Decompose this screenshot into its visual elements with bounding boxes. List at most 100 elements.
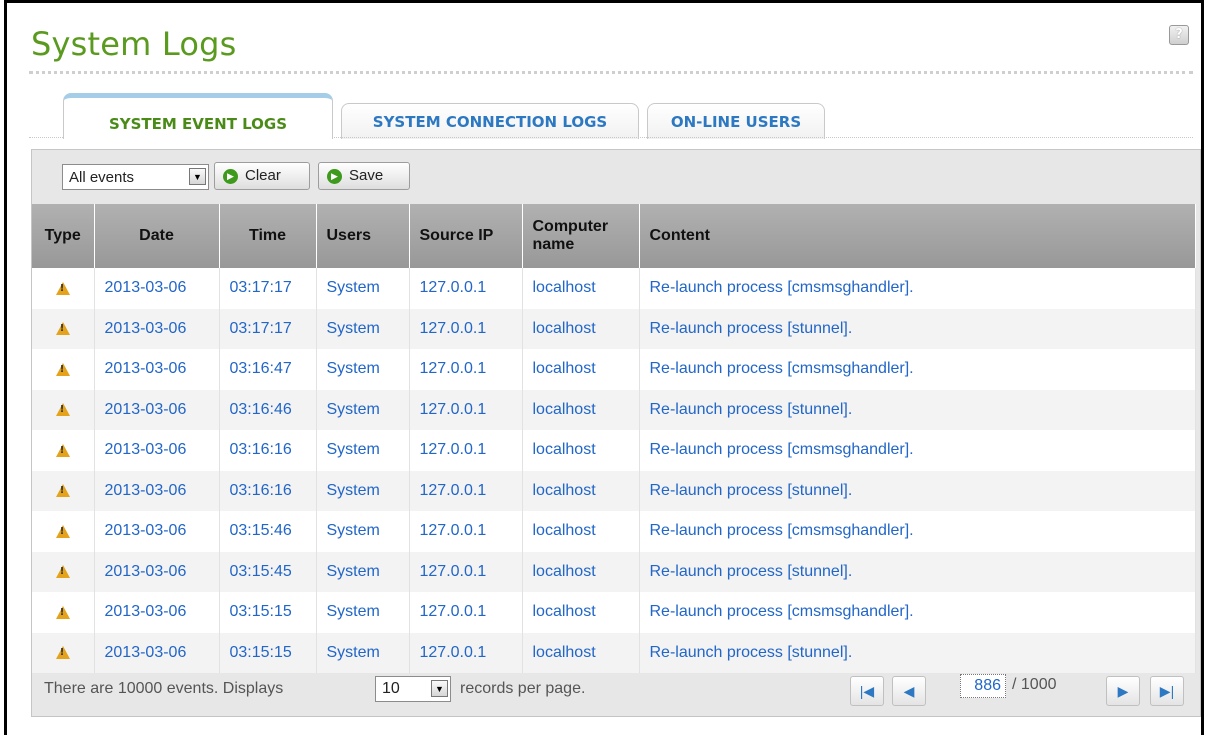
cell-user[interactable]: System: [316, 592, 410, 633]
column-header-time[interactable]: Time: [219, 204, 317, 268]
column-header-content[interactable]: Content: [639, 204, 1196, 268]
cell-user[interactable]: System: [316, 268, 410, 309]
cell-computer-name[interactable]: localhost: [522, 470, 640, 511]
warning-icon: [55, 443, 70, 457]
cell-source-ip[interactable]: 127.0.0.1: [409, 592, 523, 633]
records-per-page-select[interactable]: 10 ▼: [375, 676, 451, 702]
cell-source-ip[interactable]: 127.0.0.1: [409, 389, 523, 430]
logs-panel: All events ▼ ▶ Clear ▶ Save Type Date Ti…: [31, 149, 1201, 717]
cell-user[interactable]: System: [316, 349, 410, 390]
cell-computer-name[interactable]: localhost: [522, 349, 640, 390]
last-page-icon[interactable]: ▶|: [1150, 676, 1184, 706]
table-row[interactable]: 2013-03-0603:15:15System127.0.0.1localho…: [32, 592, 1196, 633]
column-header-users[interactable]: Users: [316, 204, 410, 268]
column-header-date[interactable]: Date: [94, 204, 220, 268]
page-number-input[interactable]: 886: [960, 674, 1006, 698]
cell-content[interactable]: Re-launch process [stunnel].: [639, 551, 1196, 592]
column-header-type[interactable]: Type: [32, 204, 95, 268]
table-row[interactable]: 2013-03-0603:17:17System127.0.0.1localho…: [32, 268, 1196, 309]
clear-button[interactable]: ▶ Clear: [214, 162, 310, 190]
cell-time[interactable]: 03:16:47: [219, 349, 317, 390]
cell-content[interactable]: Re-launch process [cmsmsghandler].: [639, 511, 1196, 552]
previous-page-icon[interactable]: ◀: [892, 676, 926, 706]
cell-computer-name[interactable]: localhost: [522, 308, 640, 349]
column-header-source-ip[interactable]: Source IP: [409, 204, 523, 268]
cell-time[interactable]: 03:17:17: [219, 268, 317, 309]
cell-user[interactable]: System: [316, 470, 410, 511]
records-per-page-value: 10: [382, 680, 400, 697]
cell-computer-name[interactable]: localhost: [522, 592, 640, 633]
cell-date[interactable]: 2013-03-06: [94, 430, 220, 471]
event-filter-select[interactable]: All events ▼: [62, 164, 209, 190]
cell-date[interactable]: 2013-03-06: [94, 470, 220, 511]
cell-time[interactable]: 03:17:17: [219, 308, 317, 349]
table-row[interactable]: 2013-03-0603:15:46System127.0.0.1localho…: [32, 511, 1196, 552]
cell-type: [32, 349, 95, 390]
cell-time[interactable]: 03:16:46: [219, 389, 317, 430]
warning-icon: [55, 281, 70, 295]
cell-time[interactable]: 03:16:16: [219, 430, 317, 471]
save-button-label: Save: [349, 167, 384, 184]
cell-date[interactable]: 2013-03-06: [94, 389, 220, 430]
cell-date[interactable]: 2013-03-06: [94, 308, 220, 349]
cell-user[interactable]: System: [316, 551, 410, 592]
cell-computer-name[interactable]: localhost: [522, 430, 640, 471]
table-row[interactable]: 2013-03-0603:16:46System127.0.0.1localho…: [32, 389, 1196, 430]
cell-content[interactable]: Re-launch process [cmsmsghandler].: [639, 268, 1196, 309]
cell-source-ip[interactable]: 127.0.0.1: [409, 268, 523, 309]
cell-date[interactable]: 2013-03-06: [94, 268, 220, 309]
cell-type: [32, 308, 95, 349]
first-page-icon[interactable]: |◀: [850, 676, 884, 706]
cell-date[interactable]: 2013-03-06: [94, 511, 220, 552]
cell-content[interactable]: Re-launch process [cmsmsghandler].: [639, 349, 1196, 390]
cell-source-ip[interactable]: 127.0.0.1: [409, 511, 523, 552]
window-frame: System Logs ? SYSTEM EVENT LOGS SYSTEM C…: [4, 0, 1204, 735]
tab-system-connection-logs[interactable]: SYSTEM CONNECTION LOGS: [341, 103, 639, 139]
tab-online-users[interactable]: ON-LINE USERS: [647, 103, 825, 139]
records-per-page-text: records per page.: [460, 680, 586, 697]
cell-time[interactable]: 03:15:15: [219, 592, 317, 633]
table-row[interactable]: 2013-03-0603:16:16System127.0.0.1localho…: [32, 470, 1196, 511]
warning-icon: [55, 524, 70, 538]
cell-time[interactable]: 03:15:46: [219, 511, 317, 552]
column-header-computer-name[interactable]: Computer name: [522, 204, 640, 268]
cell-content[interactable]: Re-launch process [stunnel].: [639, 389, 1196, 430]
cell-type: [32, 511, 95, 552]
cell-computer-name[interactable]: localhost: [522, 511, 640, 552]
cell-user[interactable]: System: [316, 389, 410, 430]
cell-content[interactable]: Re-launch process [cmsmsghandler].: [639, 592, 1196, 633]
cell-computer-name[interactable]: localhost: [522, 551, 640, 592]
chevron-down-icon[interactable]: ▼: [189, 168, 206, 185]
cell-source-ip[interactable]: 127.0.0.1: [409, 470, 523, 511]
cell-content[interactable]: Re-launch process [stunnel].: [639, 308, 1196, 349]
cell-time[interactable]: 03:15:45: [219, 551, 317, 592]
cell-content[interactable]: Re-launch process [stunnel].: [639, 470, 1196, 511]
cell-date[interactable]: 2013-03-06: [94, 592, 220, 633]
cell-date[interactable]: 2013-03-06: [94, 551, 220, 592]
cell-user[interactable]: System: [316, 308, 410, 349]
cell-date[interactable]: 2013-03-06: [94, 349, 220, 390]
warning-icon: [55, 362, 70, 376]
help-icon[interactable]: ?: [1169, 25, 1189, 45]
table-row[interactable]: 2013-03-0603:15:45System127.0.0.1localho…: [32, 551, 1196, 592]
table-header-row: Type Date Time Users Source IP Computer …: [32, 204, 1196, 268]
cell-source-ip[interactable]: 127.0.0.1: [409, 308, 523, 349]
cell-content[interactable]: Re-launch process [cmsmsghandler].: [639, 430, 1196, 471]
table-row[interactable]: 2013-03-0603:16:47System127.0.0.1localho…: [32, 349, 1196, 390]
event-count-text: There are 10000 events. Displays: [44, 680, 284, 697]
cell-computer-name[interactable]: localhost: [522, 389, 640, 430]
save-button[interactable]: ▶ Save: [318, 162, 410, 190]
clear-button-label: Clear: [245, 167, 281, 184]
cell-source-ip[interactable]: 127.0.0.1: [409, 349, 523, 390]
cell-user[interactable]: System: [316, 511, 410, 552]
chevron-down-icon[interactable]: ▼: [431, 680, 448, 697]
cell-time[interactable]: 03:16:16: [219, 470, 317, 511]
cell-user[interactable]: System: [316, 430, 410, 471]
cell-source-ip[interactable]: 127.0.0.1: [409, 430, 523, 471]
table-row[interactable]: 2013-03-0603:16:16System127.0.0.1localho…: [32, 430, 1196, 471]
tab-system-event-logs[interactable]: SYSTEM EVENT LOGS: [63, 93, 333, 139]
cell-source-ip[interactable]: 127.0.0.1: [409, 551, 523, 592]
next-page-icon[interactable]: ▶: [1106, 676, 1140, 706]
cell-computer-name[interactable]: localhost: [522, 268, 640, 309]
table-row[interactable]: 2013-03-0603:17:17System127.0.0.1localho…: [32, 308, 1196, 349]
